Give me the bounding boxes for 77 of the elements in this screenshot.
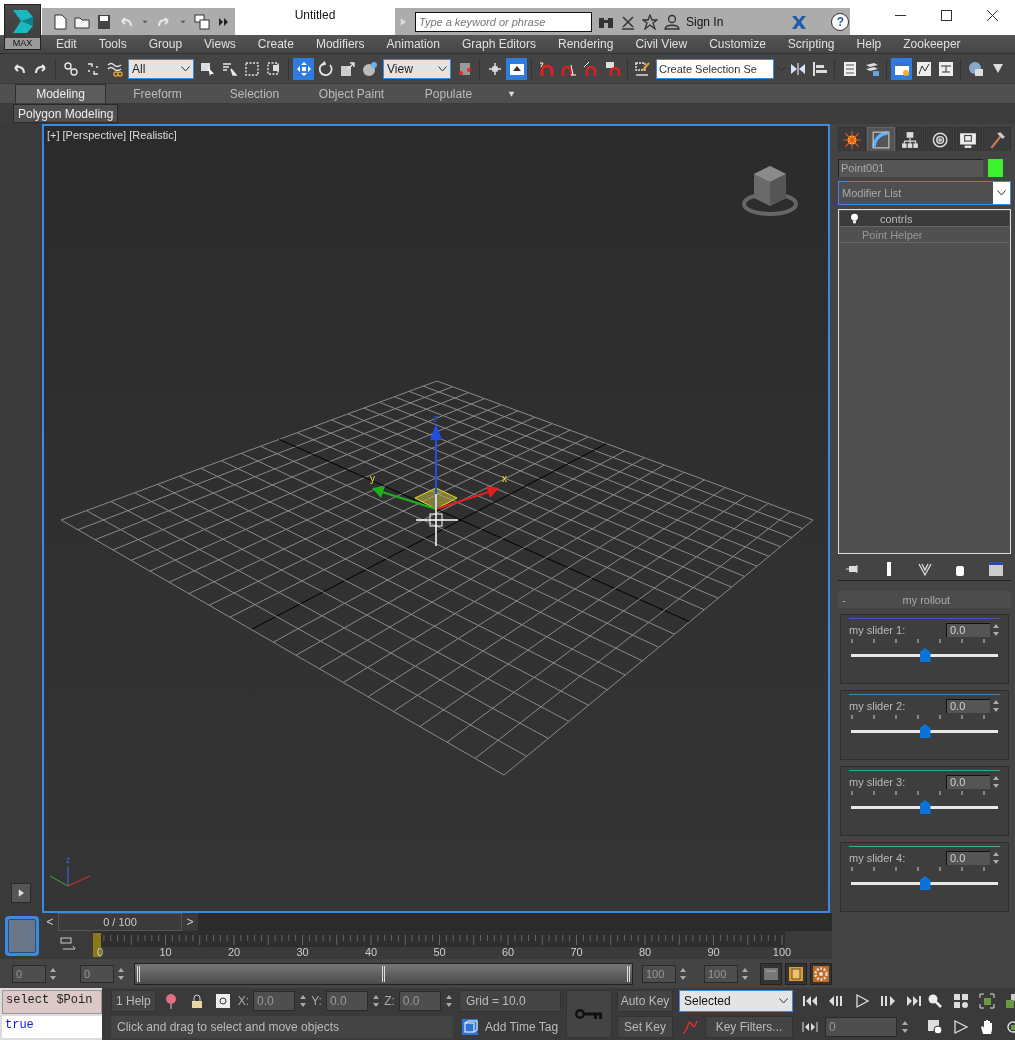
rollout-header[interactable]: - my rollout: [838, 591, 1011, 608]
axis-label: Z:: [384, 994, 395, 1008]
frame-number: 90: [707, 946, 720, 958]
script-output: true: [2, 1016, 102, 1038]
menu-item[interactable]: Rendering: [547, 37, 625, 51]
value-field[interactable]: 0.0: [946, 699, 990, 713]
axis-label: Y:: [311, 994, 322, 1008]
next-frame-button[interactable]: >: [182, 913, 198, 931]
help-button[interactable]: ?: [831, 12, 850, 31]
script-input-field[interactable]: select $Poin: [2, 990, 102, 1014]
menu-item[interactable]: Edit: [45, 37, 88, 51]
set-key-mode-button[interactable]: Set Key: [617, 1016, 673, 1038]
menu-item[interactable]: Group: [137, 37, 194, 51]
slider-label: my slider 2:: [849, 700, 906, 712]
frame-number: 50: [433, 946, 446, 958]
menu-item[interactable]: Graph Editors: [450, 37, 547, 51]
key-filters-button[interactable]: Key Filters...: [705, 1016, 793, 1038]
ribbon-tab[interactable]: Modeling: [15, 84, 106, 103]
axis-label: X:: [237, 994, 250, 1008]
stack-item-label: contrls: [880, 212, 913, 225]
axis-label: z: [433, 413, 438, 424]
time-tag-label: Add Time Tag: [485, 1020, 559, 1034]
frame-number: 40: [364, 946, 378, 958]
axis-label: z: [66, 855, 71, 865]
axis-label: x: [502, 473, 507, 484]
viewport-label[interactable]: [+]: [47, 129, 60, 141]
dropdown[interactable]: View: [383, 58, 451, 79]
stack-item[interactable]: contrls: [840, 211, 1009, 227]
grid-size: Grid = 10.0: [459, 990, 561, 1012]
frame-number: 0: [97, 946, 104, 958]
frame-number: 30: [296, 946, 309, 958]
ribbon-panel-button[interactable]: Polygon Modeling: [13, 104, 119, 123]
auto-key-button[interactable]: Auto Key: [617, 990, 673, 1012]
menu-item[interactable]: Tools: [87, 37, 138, 51]
ribbon-tab[interactable]: Selection: [209, 84, 300, 103]
stack-item-label: Point Helper: [862, 228, 923, 241]
frame-number: 60: [501, 946, 515, 958]
menu-item[interactable]: Create: [246, 37, 305, 51]
time-slider-thumb[interactable]: 0 / 100: [58, 913, 182, 931]
menu-item[interactable]: Zookeeper: [892, 37, 972, 51]
status-prompt: Click and drag to select and move objects: [111, 1016, 453, 1038]
viewport-label[interactable]: [Perspective]: [62, 129, 127, 141]
value-field[interactable]: 0.0: [946, 775, 990, 789]
window-title: Untitled: [294, 7, 336, 22]
ribbon-tab[interactable]: Object Paint: [306, 84, 397, 103]
value-field[interactable]: 0.0: [946, 851, 990, 865]
previous-frame-button[interactable]: <: [42, 913, 58, 931]
modifier-list-dropdown[interactable]: Modifier List: [838, 181, 1011, 205]
value-field[interactable]: 0.0: [946, 623, 990, 637]
ribbon-tab[interactable]: Freeform: [112, 84, 203, 103]
menu-item[interactable]: Civil View: [624, 37, 699, 51]
frame-number: 100: [772, 946, 792, 958]
slider-label: my slider 3:: [849, 776, 906, 788]
menu-item[interactable]: Views: [193, 37, 247, 51]
frame-number: 80: [638, 946, 652, 958]
axis-label: y: [370, 473, 375, 484]
menu-item[interactable]: Modifiers: [304, 37, 376, 51]
viewport[interactable]: [+] [Perspective] [Realistic] z y x z: [42, 124, 830, 913]
slider-label: my slider 1:: [849, 624, 906, 636]
key-mode-dropdown[interactable]: Selected: [679, 990, 793, 1012]
frame-number: 70: [570, 946, 583, 958]
sign-in-button[interactable]: Sign In: [686, 14, 724, 29]
frame-number: 20: [227, 946, 241, 958]
help-field[interactable]: 1 Help: [111, 990, 156, 1012]
menu-item[interactable]: Animation: [375, 37, 451, 51]
dropdown[interactable]: All: [128, 58, 194, 79]
named-selection-field[interactable]: Create Selection Se: [656, 58, 774, 79]
slider-label: my slider 4:: [849, 852, 906, 864]
menu-item[interactable]: Help: [845, 37, 893, 51]
viewport-label[interactable]: [Realistic]: [129, 129, 177, 141]
ribbon-tab[interactable]: Populate: [403, 84, 494, 103]
menu-item[interactable]: Customize: [698, 37, 777, 51]
menu-item[interactable]: Scripting: [776, 37, 846, 51]
modifier-stack[interactable]: contrls Point Helper: [838, 209, 1011, 554]
frame-number: 10: [159, 946, 172, 958]
search-field[interactable]: Type a keyword or phrase: [415, 11, 592, 32]
app-menu-button[interactable]: MAX: [4, 4, 41, 50]
